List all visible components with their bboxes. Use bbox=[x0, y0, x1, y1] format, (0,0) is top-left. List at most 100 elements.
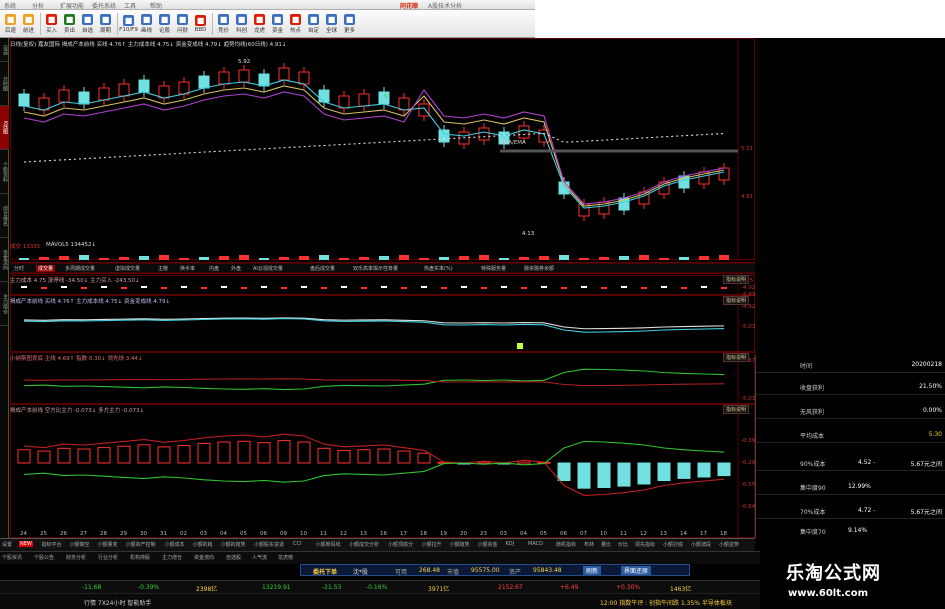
toolbar-button-6[interactable]: ■ F10/F9 bbox=[119, 12, 138, 36]
menu-tools[interactable]: 工具 bbox=[124, 1, 136, 10]
indicator-tab-9[interactable]: 盘后成交量 bbox=[310, 265, 335, 272]
index-status-bar: -11.68 -0.39% 2398亿 13219.91 -21.53 -0.1… bbox=[0, 580, 760, 593]
watermark: 乐淘公式网 www.60lt.com bbox=[760, 551, 945, 609]
indicator-tab-13[interactable]: 融资融券余额 bbox=[524, 265, 554, 272]
volume-bar bbox=[399, 255, 409, 260]
toolbar-button-0[interactable]: ■ 后退 bbox=[2, 12, 19, 36]
bottom-tab-5[interactable]: 小额资产控制 bbox=[126, 541, 156, 548]
bottom-tab-13[interactable]: 小额顶底分 bbox=[388, 541, 413, 548]
news-ticker[interactable]: 12:00 指数午评 : 创指午间跌 1.35% 半导体板块 bbox=[600, 598, 732, 607]
toolbar-button-16[interactable]: ■ 自定 bbox=[305, 12, 322, 36]
toolbar-button-12[interactable]: ■ 科创 bbox=[233, 12, 250, 36]
bottom-tab-21[interactable]: 量比 bbox=[601, 541, 611, 548]
toolbar-button-10[interactable]: ■ BBD bbox=[192, 12, 209, 36]
bottom-tab-14[interactable]: 小额拉升 bbox=[422, 541, 442, 548]
bottom-tab-10[interactable]: CCI bbox=[293, 541, 301, 547]
bottom-tab-3[interactable]: 小额做空 bbox=[70, 541, 90, 548]
info-tab-4[interactable]: 机构持股 bbox=[130, 554, 150, 561]
toolbar-button-1[interactable]: ■ 前进 bbox=[20, 12, 37, 36]
indicator-tab-2[interactable]: 多周期成交量 bbox=[65, 265, 95, 272]
pane3-explain-button[interactable]: 指标说明 bbox=[722, 296, 749, 305]
bottom-tab-19[interactable]: 随机指标 bbox=[556, 541, 576, 548]
bottom-tab-11[interactable]: 小额筹码线 bbox=[316, 541, 341, 548]
toolbar-button-11[interactable]: ■ 竞价 bbox=[215, 12, 232, 36]
bottom-tab-18[interactable]: MACD bbox=[528, 541, 543, 547]
bottom-tab-4[interactable]: 小额量变 bbox=[98, 541, 118, 548]
bottom-tab-26[interactable]: 小额逆势 bbox=[719, 541, 739, 548]
assistant-links[interactable]: 行情 7X24小时 智能助手 bbox=[84, 598, 151, 607]
left-tab-1[interactable]: 分时图 bbox=[0, 62, 9, 106]
bottom-tab-22[interactable]: 价比 bbox=[618, 541, 628, 548]
toolbar-button-5[interactable]: ■ 周期 bbox=[97, 12, 114, 36]
bottom-tab-24[interactable]: 小额抄底 bbox=[663, 541, 683, 548]
indicator-tab-7[interactable]: 外盘 bbox=[231, 265, 241, 272]
bottom-tab-20[interactable]: 布林 bbox=[584, 541, 594, 548]
menu-help[interactable]: 帮助 bbox=[150, 1, 162, 10]
info-tab-6[interactable]: 资金流向 bbox=[194, 554, 214, 561]
chart-canvas[interactable]: 5.924.135.114.81SEMA/EMA5.55-4.92-5.03-4… bbox=[10, 38, 873, 538]
pane4-explain-button[interactable]: 指标说明 bbox=[722, 353, 749, 362]
left-tab-3[interactable]: 个股资料 bbox=[0, 150, 9, 194]
toolbar-button-9[interactable]: ■ 问财 bbox=[174, 12, 191, 36]
left-tab-6[interactable]: 主力增仓 bbox=[0, 282, 9, 326]
dragon-tiger-icon: ■ bbox=[254, 13, 265, 25]
indicator-tab-5[interactable]: 换手率 bbox=[180, 265, 195, 272]
menu-analysis[interactable]: 分析 bbox=[32, 1, 44, 10]
indicator-tab-0[interactable]: 分时 bbox=[14, 265, 24, 272]
bottom-tab-8[interactable]: 小额的趋势 bbox=[221, 541, 246, 548]
indicator-tab-10[interactable]: 双乐高率揭示性筹量 bbox=[353, 265, 398, 272]
info-tab-8[interactable]: 人气流 bbox=[252, 554, 267, 561]
bottom-tab-17[interactable]: KDJ bbox=[506, 541, 515, 547]
toolbar-button-2[interactable]: ■ 买入 bbox=[43, 12, 60, 36]
info-tab-3[interactable]: 行业分析 bbox=[98, 554, 118, 561]
bottom-tab-1[interactable]: NEW bbox=[19, 541, 33, 547]
pane5-explain-button[interactable]: 指标说明 bbox=[722, 405, 749, 414]
toolbar-button-8[interactable]: ■ 论股 bbox=[156, 12, 173, 36]
bottom-tab-6[interactable]: 小额成本 bbox=[165, 541, 185, 548]
toolbar-button-15[interactable]: ■ 热点 bbox=[287, 12, 304, 36]
indicator-tab-8[interactable]: AI云视成交量 bbox=[253, 265, 283, 272]
indicator-tab-11[interactable]: 热盘实率(%) bbox=[424, 265, 453, 272]
indicator-tab-4[interactable]: 主散 bbox=[158, 265, 168, 272]
indicator-tab-12[interactable]: 特殊服务量 bbox=[481, 265, 506, 272]
info-tab-1[interactable]: 个股公告 bbox=[34, 554, 54, 561]
indicator-tab-6[interactable]: 内盘 bbox=[209, 265, 219, 272]
indicator-tab-1[interactable]: 成交量 bbox=[36, 265, 56, 272]
pane2-explain-button[interactable]: 指标说明 bbox=[722, 275, 749, 284]
info-tab-2[interactable]: 财务分析 bbox=[66, 554, 86, 561]
refresh-button[interactable]: 刷新 bbox=[583, 566, 602, 575]
bottom-tab-23[interactable]: 领先指标 bbox=[635, 541, 655, 548]
toolbar-button-7[interactable]: ■ 画线 bbox=[138, 12, 155, 36]
info-tab-7[interactable]: 自选股 bbox=[226, 554, 241, 561]
left-tab-0[interactable]: 自选 bbox=[0, 38, 9, 62]
menu-trade[interactable]: 委托系统 bbox=[92, 1, 116, 10]
volume-bar bbox=[179, 258, 189, 260]
toolbar-button-14[interactable]: ■ 资金 bbox=[269, 12, 286, 36]
info-tab-5[interactable]: 主力增仓 bbox=[162, 554, 182, 561]
indicator-tab-3[interactable]: 虚拟成交量 bbox=[115, 265, 140, 272]
bottom-tab-15[interactable]: 小额趋势 bbox=[450, 541, 470, 548]
left-tab-4[interactable]: 综合排名 bbox=[0, 194, 9, 238]
chart-area: 5.924.135.114.81SEMA/EMA5.55-4.92-5.03-4… bbox=[10, 38, 873, 538]
toolbar-button-13[interactable]: ■ 龙虎 bbox=[251, 12, 268, 36]
toolbar-button-18[interactable]: ■ 更多 bbox=[341, 12, 358, 36]
toolbar-button-4[interactable]: ■ 自选 bbox=[79, 12, 96, 36]
left-tab-5[interactable]: 资金流向 bbox=[0, 238, 9, 282]
toolbar-button-3[interactable]: ■ 卖出 bbox=[61, 12, 78, 36]
order-button[interactable]: 委托下单 bbox=[313, 567, 337, 576]
bottom-tab-2[interactable]: 指标平台 bbox=[42, 541, 62, 548]
info-tab-0[interactable]: 个股资讯 bbox=[2, 554, 22, 561]
bottom-tab-9[interactable]: 小额股东进退 bbox=[254, 541, 284, 548]
bottom-tab-12[interactable]: 小额成交分析 bbox=[349, 541, 379, 548]
bottom-tab-7[interactable]: 小额的趋 bbox=[193, 541, 213, 548]
menu-system[interactable]: 系统 bbox=[4, 1, 16, 10]
bottom-tab-16[interactable]: 小额资金 bbox=[478, 541, 498, 548]
left-tab-2[interactable]: K线图 bbox=[0, 106, 9, 150]
info-tab-9[interactable]: 龙虎榜 bbox=[278, 554, 293, 561]
toolbar-button-17[interactable]: ■ 全球 bbox=[323, 12, 340, 36]
bottom-tab-25[interactable]: 小额波段 bbox=[691, 541, 711, 548]
restore-layout-button[interactable]: 界面还原 bbox=[621, 566, 652, 575]
menu-extensions[interactable]: 扩展功能 bbox=[60, 1, 84, 10]
bottom-tab-0[interactable]: 设置 bbox=[2, 541, 12, 548]
x-axis-date: 04 bbox=[520, 531, 527, 537]
